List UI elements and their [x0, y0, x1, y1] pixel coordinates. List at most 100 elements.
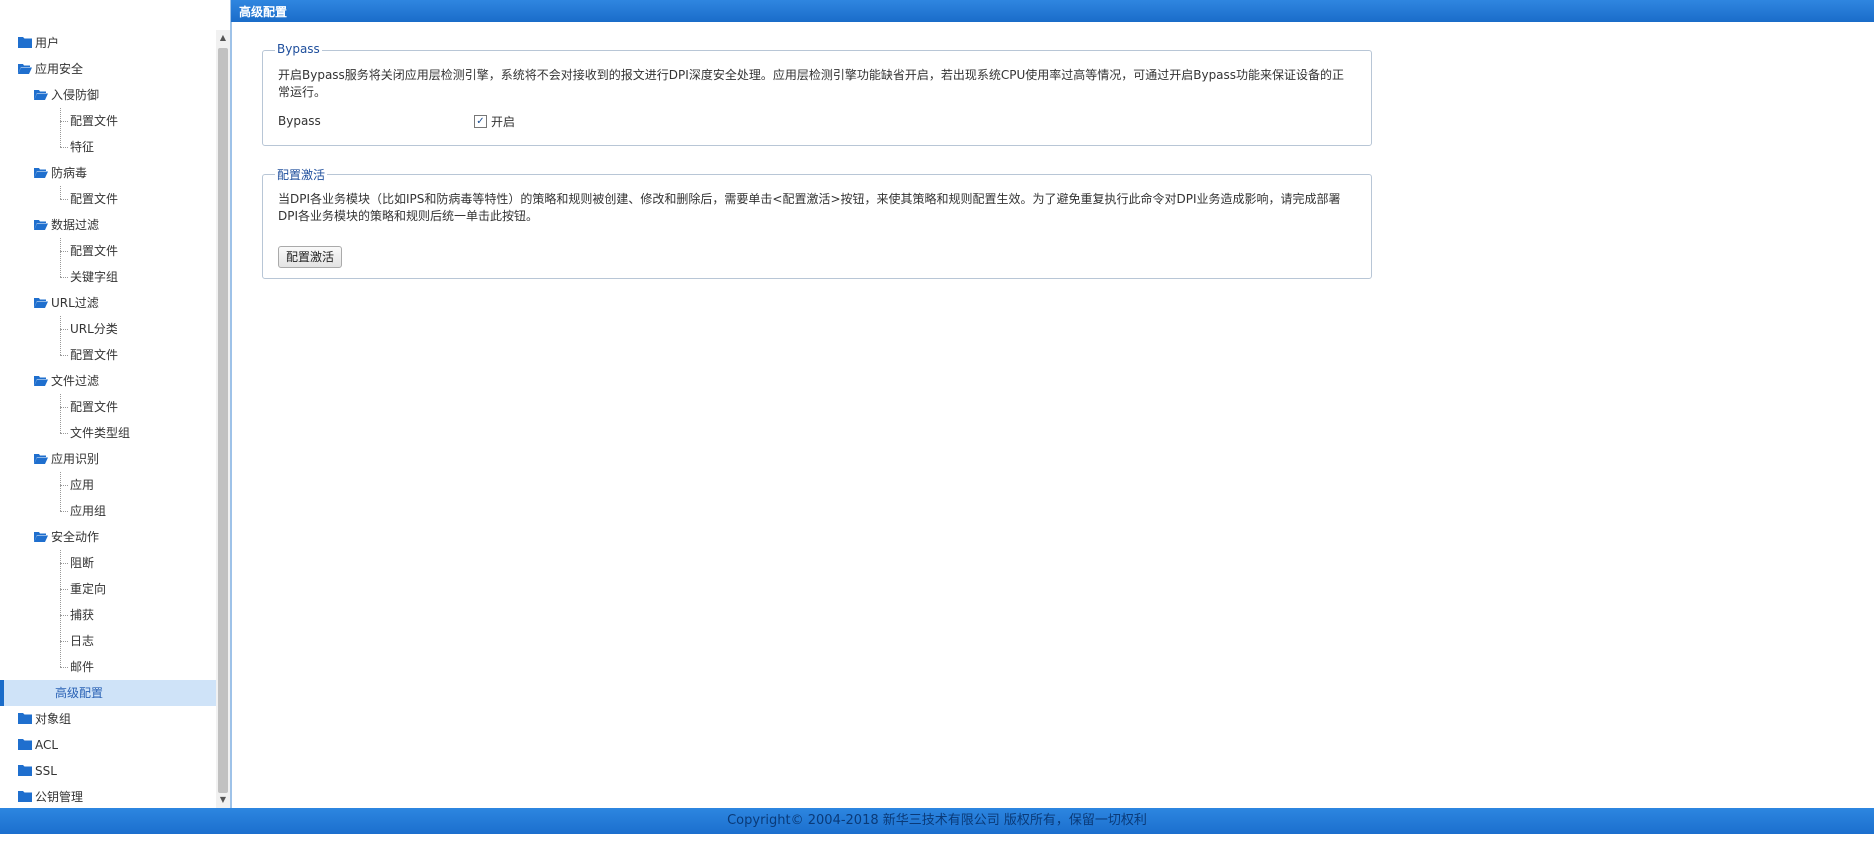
tree-connector	[60, 641, 68, 642]
sidebar-item[interactable]: 公钥管理	[0, 784, 216, 808]
tree-connector	[60, 329, 68, 330]
sidebar-item-label: 特征	[70, 140, 95, 154]
sidebar-item[interactable]: 捕获	[0, 602, 216, 628]
folder-closed-icon	[18, 36, 32, 50]
scroll-up-arrow-icon[interactable]: ▲	[216, 30, 230, 46]
sidebar-item[interactable]: 配置文件	[0, 108, 216, 134]
activate-fieldset: 配置激活 当DPI各业务模块（比如IPS和防病毒等特性）的策略和规则被创建、修改…	[262, 166, 1372, 279]
sidebar-item-label: 数据过滤	[51, 218, 100, 232]
sidebar-item[interactable]: 应用识别	[0, 446, 216, 472]
tree-connector	[60, 355, 68, 356]
sidebar-item-label: 日志	[70, 634, 95, 648]
sidebar-item[interactable]: 邮件	[0, 654, 216, 680]
sidebar-item[interactable]: 对象组	[0, 706, 216, 732]
scroll-down-arrow-icon[interactable]: ▼	[216, 792, 230, 808]
sidebar-item-label: SSL	[35, 764, 57, 778]
folder-open-icon	[34, 296, 48, 310]
tree-connector	[60, 550, 61, 667]
sidebar-item-label: 邮件	[70, 660, 95, 674]
sidebar-item[interactable]: 防病毒	[0, 160, 216, 186]
copyright-text: Copyright© 2004-2018 新华三技术有限公司 版权所有，保留一切…	[727, 813, 1147, 828]
tree-connector	[60, 433, 68, 434]
sidebar-item-label: 关键字组	[70, 270, 119, 284]
bypass-field-label: Bypass	[278, 114, 321, 128]
sidebar-item[interactable]: 应用组	[0, 498, 216, 524]
sidebar-item-label: URL分类	[70, 322, 118, 336]
sidebar-item[interactable]: SSL	[0, 758, 216, 784]
sidebar-item[interactable]: 配置文件	[0, 238, 216, 264]
sidebar-item-label: 用户	[35, 36, 60, 50]
tree-connector	[60, 186, 61, 199]
scrollbar-thumb[interactable]	[218, 48, 228, 793]
tree-connector	[60, 121, 68, 122]
sidebar-item[interactable]: 日志	[0, 628, 216, 654]
folder-closed-icon	[18, 764, 32, 778]
folder-open-icon	[34, 452, 48, 466]
sidebar-item[interactable]: 关键字组	[0, 264, 216, 290]
sidebar-item[interactable]: 高级配置	[0, 680, 216, 706]
tree-connector	[60, 667, 68, 668]
sidebar-item[interactable]: ACL	[0, 732, 216, 758]
sidebar-item-label: 公钥管理	[35, 790, 84, 804]
sidebar-item[interactable]: 重定向	[0, 576, 216, 602]
main-content: Bypass 开启Bypass服务将关闭应用层检测引擎，系统将不会对接收到的报文…	[231, 22, 1874, 808]
sidebar-item[interactable]: 配置文件	[0, 342, 216, 368]
sidebar-item[interactable]: 数据过滤	[0, 212, 216, 238]
sidebar-item-label: 文件类型组	[70, 426, 131, 440]
tree-connector	[60, 394, 61, 433]
tree-connector	[60, 316, 61, 355]
sidebar-item[interactable]: 应用安全	[0, 56, 216, 82]
folder-open-icon	[34, 374, 48, 388]
sidebar-item[interactable]: 阻断	[0, 550, 216, 576]
sidebar-item[interactable]: 文件过滤	[0, 368, 216, 394]
folder-open-icon	[34, 530, 48, 544]
sidebar-item[interactable]: 特征	[0, 134, 216, 160]
tree-connector	[60, 147, 68, 148]
folder-open-icon	[18, 62, 32, 76]
tree-connector	[60, 615, 68, 616]
activate-description: 当DPI各业务模块（比如IPS和防病毒等特性）的策略和规则被创建、修改和删除后，…	[278, 192, 1341, 223]
sidebar-item-label: 配置文件	[70, 192, 119, 206]
folder-closed-icon	[18, 738, 32, 752]
sidebar-item-label: 配置文件	[70, 400, 119, 414]
bypass-checkbox[interactable]: ✓	[474, 115, 487, 128]
sidebar-item-label: 捕获	[70, 608, 95, 622]
tree-connector	[60, 589, 68, 590]
sidebar-item[interactable]: URL过滤	[0, 290, 216, 316]
sidebar-item[interactable]: 应用	[0, 472, 216, 498]
sidebar-item[interactable]: URL分类	[0, 316, 216, 342]
folder-closed-icon	[18, 712, 32, 726]
tree-connector	[60, 511, 68, 512]
sidebar: 用户 应用安全 入侵防御 配置文件 特征 防病毒 配置文件 数据过滤 配置文件 关键字组 URL过滤…	[0, 0, 231, 808]
sidebar-item[interactable]: 用户	[0, 30, 216, 56]
bypass-checkbox-label[interactable]: 开启	[491, 113, 515, 130]
sidebar-item[interactable]: 配置文件	[0, 186, 216, 212]
sidebar-item[interactable]: 入侵防御	[0, 82, 216, 108]
sidebar-item-label: 对象组	[35, 712, 72, 726]
sidebar-scrollbar[interactable]: ▲ ▼	[216, 30, 230, 808]
bypass-legend: Bypass	[275, 42, 322, 56]
page-title: 高级配置	[239, 5, 288, 19]
activate-legend: 配置激活	[275, 166, 328, 183]
sidebar-item-label: 入侵防御	[51, 88, 100, 102]
folder-closed-icon	[18, 790, 32, 804]
tree-connector	[60, 251, 68, 252]
tree-connector	[60, 563, 68, 564]
sidebar-item-label: 配置文件	[70, 114, 119, 128]
tree-connector	[60, 407, 68, 408]
sidebar-item-label: ACL	[35, 738, 59, 752]
nav-tree: 用户 应用安全 入侵防御 配置文件 特征 防病毒 配置文件 数据过滤 配置文件 关键字组 URL过滤…	[0, 30, 216, 808]
sidebar-item[interactable]: 配置文件	[0, 394, 216, 420]
sidebar-item-label: 安全动作	[51, 530, 100, 544]
tree-connector	[60, 108, 61, 147]
sidebar-item[interactable]: 安全动作	[0, 524, 216, 550]
folder-open-icon	[34, 218, 48, 232]
activate-config-button[interactable]: 配置激活	[278, 246, 343, 268]
main-header: 高级配置	[231, 0, 1874, 22]
sidebar-item-label: 应用	[70, 478, 95, 492]
tree-connector	[60, 472, 61, 511]
folder-open-icon	[34, 166, 48, 180]
sidebar-item[interactable]: 文件类型组	[0, 420, 216, 446]
sidebar-item-label: 文件过滤	[51, 374, 100, 388]
sidebar-item-label: 应用组	[70, 504, 107, 518]
